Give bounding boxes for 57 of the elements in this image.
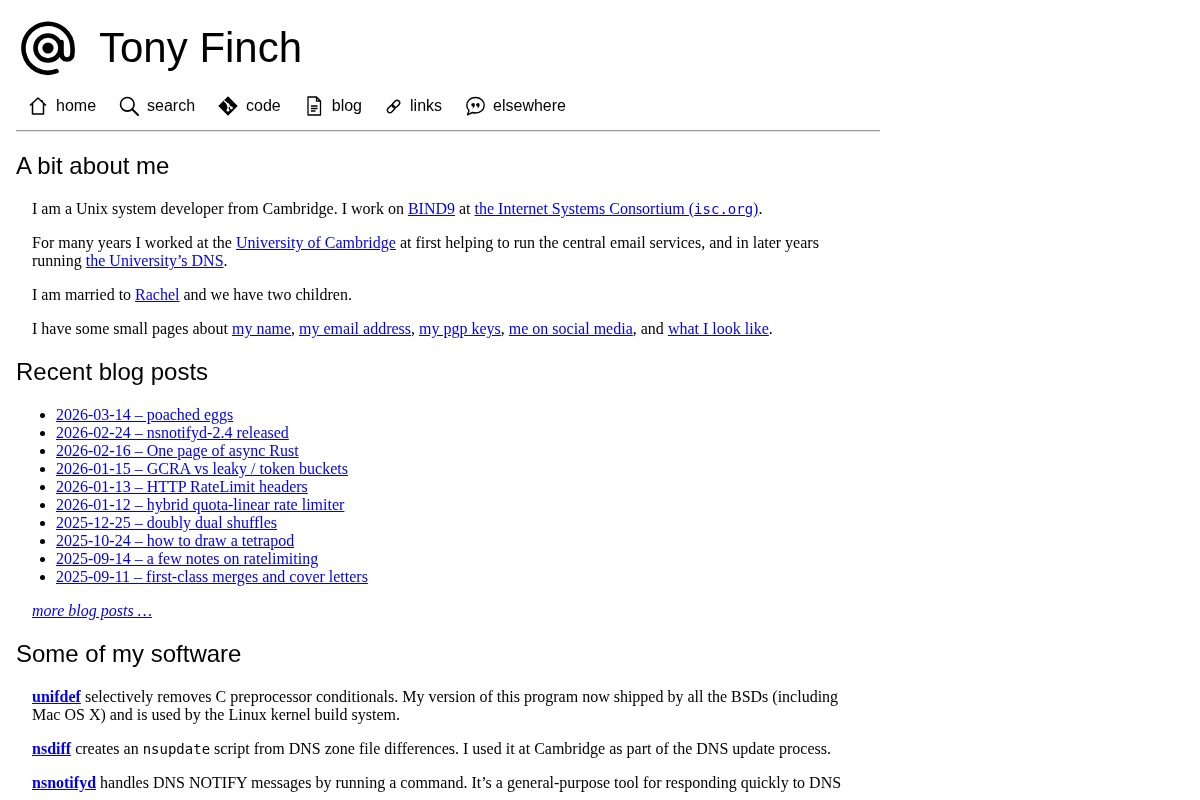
diamond-branch-icon (218, 96, 239, 116)
section-heading: A bit about me (16, 152, 171, 180)
bullet-icon (40, 520, 45, 526)
blog-post-link[interactable]: 2026-01-15 – GCRA vs leaky / token buckets (56, 460, 348, 478)
blog-post-link[interactable]: 2025-09-14 – a few notes on ratelimiting (56, 550, 319, 568)
software-description: unifdef selectively removes C preprocessor conditionals. My version of this program now shipped by all the BSDs (including Mac OS X) and is used by the Linux kernel build system. (32, 688, 840, 724)
text-link[interactable]: my email address (299, 320, 411, 337)
text-link[interactable]: my pgp keys (419, 320, 501, 337)
software-name-link[interactable]: nsnotifyd (32, 774, 97, 791)
blog-post-link[interactable]: 2026-03-14 – poached eggs (56, 406, 234, 424)
more-posts-link[interactable]: more blog posts … (32, 602, 152, 619)
bullet-icon (40, 538, 45, 544)
text-link[interactable]: Rachel (135, 286, 180, 303)
bullet-icon (40, 574, 45, 580)
nav-link[interactable]: blog (303, 95, 362, 117)
bullet-icon (40, 502, 45, 508)
software-name-link[interactable]: unifdef (32, 688, 81, 705)
software-description: nsdiff creates an nsupdate script from DNS zone file differences. I used it at Cambridge as part of the DNS update process. (32, 740, 832, 758)
section-heading: Some of my software (16, 640, 243, 668)
about-paragraph: For many years I worked at the University of Cambridge at first helping to run the central email services, and in later years running the University’s DNS. (32, 234, 820, 270)
blog-post-link[interactable]: 2026-01-13 – HTTP RateLimit headers (56, 478, 308, 496)
quote-bubble-icon (465, 96, 486, 116)
search-icon (119, 96, 140, 116)
text-link[interactable]: BIND9 (407, 200, 455, 217)
blog-post-link[interactable]: 2025-12-25 – doubly dual shuffles (56, 514, 277, 532)
blog-post-link[interactable]: 2026-01-12 – hybrid quota-linear rate limiter (56, 496, 345, 514)
text-link[interactable]: my name (231, 320, 292, 337)
bullet-icon (40, 448, 45, 454)
about-paragraph: I am a Unix system developer from Cambridge. I work on BIND9 at the Internet Systems Consortium (isc.org). (32, 200, 764, 218)
text-link[interactable]: University of Cambridge (235, 234, 396, 251)
blog-post-link[interactable]: 2025-09-11 – first-class merges and cover letters (56, 568, 368, 586)
about-paragraph: I am married to Rachel and we have two children. (32, 286, 353, 304)
nav-link[interactable]: code (218, 95, 281, 117)
blog-post-link[interactable]: 2026-02-24 – nsnotifyd-2.4 released (56, 424, 289, 442)
software-description: nsnotifyd handles DNS NOTIFY messages by running a command. It’s a general-purpose tool for responding quickly to DNS (32, 774, 843, 792)
blog-post-link[interactable]: 2025-10-24 – how to draw a tetrapod (56, 532, 295, 550)
bullet-icon (40, 430, 45, 436)
nav-link[interactable]: elsewhere (465, 95, 566, 117)
bullet-icon (40, 466, 45, 472)
bullet-icon (40, 484, 45, 490)
bullet-icon (40, 412, 45, 418)
bullet-icon (40, 556, 45, 562)
text-link[interactable]: the University’s DNS (85, 252, 224, 269)
site-title: Tony Finch (99, 24, 303, 72)
nav-link[interactable]: links (385, 95, 443, 117)
at-sign-icon (20, 20, 76, 76)
about-paragraph: I have some small pages about my name, my email address, my pgp keys, me on social media, and what I look like. (32, 320, 774, 338)
nav-link[interactable]: home (28, 95, 97, 117)
home-icon (28, 96, 48, 116)
text-link[interactable]: me on social media (508, 320, 633, 337)
chain-link-icon (385, 97, 402, 115)
section-heading: Recent blog posts (16, 358, 210, 386)
software-name-link[interactable]: nsdiff (32, 740, 72, 757)
nav-link[interactable]: search (119, 95, 196, 117)
text-link[interactable]: the Internet Systems Consortium (isc.org) (474, 200, 759, 217)
text-link[interactable]: what I look like (667, 320, 769, 337)
blog-post-link[interactable]: 2026-02-16 – One page of async Rust (56, 442, 299, 460)
